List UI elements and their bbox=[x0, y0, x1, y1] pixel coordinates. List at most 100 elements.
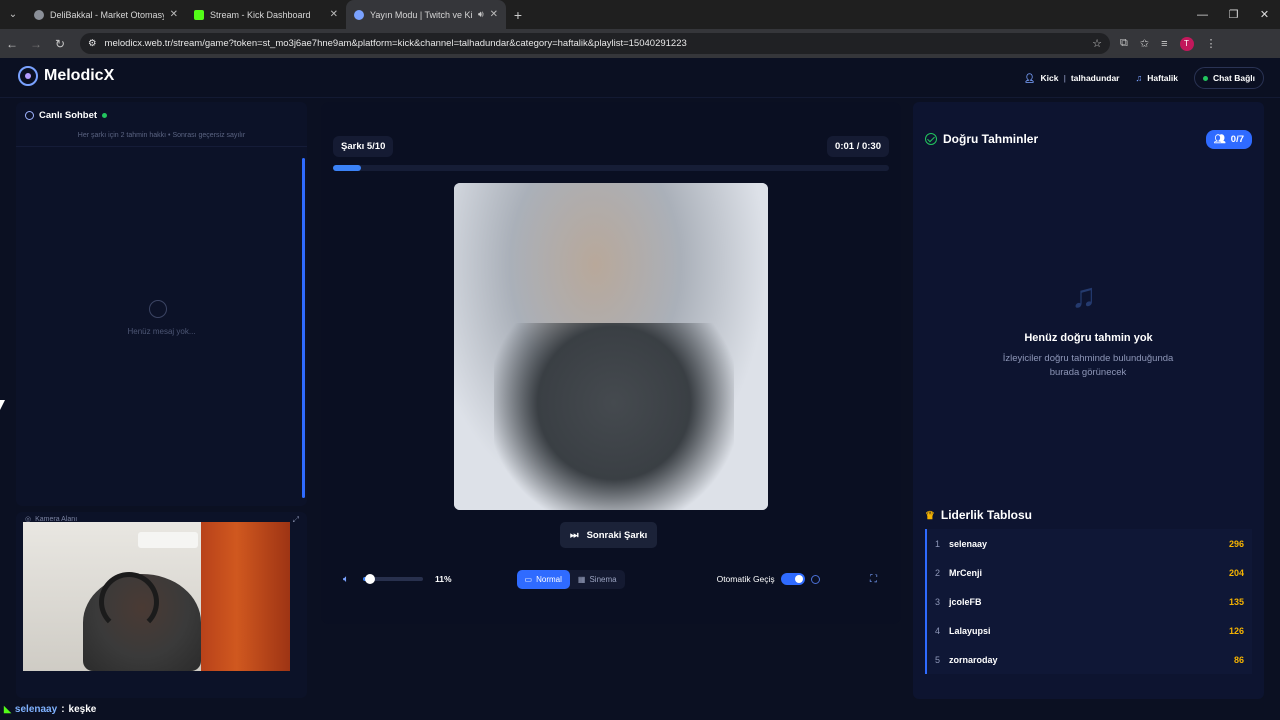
tab-favicon-icon bbox=[34, 9, 44, 20]
mouse-cursor-icon bbox=[0, 400, 5, 410]
leaderboard-row: 5 zornaroday 86 bbox=[925, 645, 1252, 674]
time-separator: / bbox=[856, 141, 860, 152]
webcam-curtain bbox=[201, 522, 290, 671]
tab-close-icon[interactable]: ✕ bbox=[330, 9, 338, 20]
address-bar[interactable]: ⚙ melodicx.web.tr/stream/game?token=st_m… bbox=[80, 33, 1110, 54]
results-panel: Doğru Tahminler 👥︎ 0/7 ♫ Henüz doğru tah… bbox=[913, 102, 1264, 699]
tab-search-icon[interactable]: ⌄ bbox=[0, 0, 26, 29]
view-mode-toggle: ▭ Normal ▦ Sinema bbox=[516, 569, 625, 589]
music-note-icon: ♫ bbox=[1135, 73, 1143, 83]
header-status: 👤︎ Kick | talhadundar ♫ Haftalik Chat Ba… bbox=[1024, 67, 1264, 89]
kick-icon: ◣ bbox=[4, 703, 11, 714]
webcam-air-conditioner bbox=[138, 532, 198, 548]
chat-header: Canlı Sohbet bbox=[25, 110, 108, 121]
auto-advance-toggle[interactable] bbox=[780, 573, 805, 585]
brand-logo[interactable]: MelodicX bbox=[18, 66, 114, 86]
favorites-icon[interactable]: ✩ bbox=[1140, 37, 1149, 50]
mode-normal-button[interactable]: ▭ Normal bbox=[516, 569, 570, 589]
tab-close-icon[interactable]: ✕ bbox=[170, 9, 178, 20]
channel-info: 👤︎ Kick | talhadundar bbox=[1024, 73, 1119, 84]
rank: 1 bbox=[935, 538, 941, 549]
media-icon[interactable]: ≡ bbox=[1161, 38, 1167, 50]
webcam-view bbox=[23, 522, 290, 671]
browser-tab-1[interactable]: DeliBakkal - Market Otomasyonu ✕ bbox=[26, 0, 186, 29]
rank: 3 bbox=[935, 596, 941, 607]
auto-advance: Otomatik Geçiş bbox=[717, 573, 820, 585]
site-info-icon[interactable]: ⚙ bbox=[88, 38, 97, 49]
volume-slider[interactable] bbox=[363, 574, 423, 584]
check-circle-icon bbox=[925, 133, 937, 145]
browser-toolbar: ← → ↻ ⚙ melodicx.web.tr/stream/game?toke… bbox=[0, 29, 1280, 58]
tab-favicon-icon bbox=[354, 9, 364, 20]
correct-guesses-title: Doğru Tahminler bbox=[943, 132, 1039, 146]
tab-audio-icon[interactable]: 🔊︎ bbox=[478, 9, 484, 20]
restore-icon[interactable]: ❐ bbox=[1218, 0, 1249, 29]
back-icon[interactable]: ← bbox=[0, 37, 24, 51]
info-icon[interactable] bbox=[810, 574, 820, 584]
skip-next-icon: ⏭︎ bbox=[570, 529, 579, 541]
mode-cinema-label: Sinema bbox=[589, 574, 617, 584]
category-info: ♫ Haftalik bbox=[1136, 73, 1178, 83]
rank: 2 bbox=[935, 567, 941, 578]
player-name: jcoleFB bbox=[949, 596, 982, 607]
window-controls: — ❐ ✕ bbox=[1187, 0, 1280, 29]
mode-cinema-button[interactable]: ▦ Sinema bbox=[570, 570, 625, 589]
live-dot-icon bbox=[102, 113, 108, 118]
film-icon: ▦ bbox=[577, 574, 586, 584]
fullscreen-icon[interactable]: ⛶ bbox=[870, 574, 877, 585]
correct-count-badge: 👥︎ 0/7 bbox=[1205, 130, 1252, 149]
browser-tab-3[interactable]: Yayın Modu | Twitch ve Kick 🔊︎ ✕ bbox=[346, 0, 506, 29]
reload-icon[interactable]: ↻ bbox=[48, 37, 72, 51]
correct-guesses-header: Doğru Tahminler bbox=[925, 132, 1038, 146]
bookmark-star-icon[interactable]: ☆ bbox=[1092, 37, 1102, 50]
player-score: 135 bbox=[1228, 596, 1244, 607]
song-timer: 0:01 / 0:30 bbox=[827, 136, 889, 157]
song-progress-bar bbox=[333, 165, 889, 171]
live-chat-panel: Canlı Sohbet Her şarkı için 2 tahmin hak… bbox=[16, 102, 307, 506]
song-counter: Şarkı 5/10 bbox=[333, 136, 394, 157]
monitor-icon: ▭ bbox=[524, 574, 533, 584]
chat-scrollbar[interactable] bbox=[302, 158, 305, 498]
correct-count: 0/7 bbox=[1230, 134, 1244, 145]
platform-label: Kick bbox=[1040, 73, 1059, 83]
chat-bubble-icon bbox=[25, 111, 34, 120]
menu-kebab-icon[interactable]: ⋮ bbox=[1206, 37, 1217, 50]
volume-knob[interactable] bbox=[364, 574, 375, 584]
brand-name: MelodicX bbox=[44, 67, 115, 84]
cover-figure bbox=[494, 323, 734, 510]
users-icon: 👤︎ bbox=[1024, 72, 1036, 83]
leaderboard-row: 2 MrCenji 204 bbox=[925, 558, 1252, 587]
forward-icon[interactable]: → bbox=[24, 37, 48, 51]
player-name: selenaay bbox=[949, 538, 988, 549]
empty-chat-icon bbox=[149, 300, 167, 318]
logo-icon bbox=[18, 66, 38, 86]
profile-avatar[interactable]: T bbox=[1179, 36, 1194, 51]
new-tab-button[interactable]: + bbox=[506, 7, 530, 23]
channel-label: talhadundar bbox=[1070, 73, 1120, 83]
tab-title: Yayın Modu | Twitch ve Kick bbox=[370, 9, 472, 20]
chat-title: Canlı Sohbet bbox=[39, 110, 98, 121]
next-song-label: Sonraki Şarkı bbox=[586, 529, 648, 541]
expand-icon[interactable]: ⤢ bbox=[293, 515, 299, 525]
crown-icon: ♛ bbox=[925, 509, 935, 522]
volume-icon[interactable]: 🔈︎ bbox=[343, 574, 349, 585]
camera-panel: ◎ Kamera Alanı ⤢ bbox=[16, 512, 307, 698]
music-notes-icon: ♫ bbox=[1071, 277, 1097, 315]
close-window-icon[interactable]: ✕ bbox=[1249, 0, 1280, 29]
chat-empty-text: Henüz mesaj yok... bbox=[127, 327, 196, 336]
tab-close-icon[interactable]: ✕ bbox=[490, 9, 498, 20]
next-song-button[interactable]: ⏭︎ Sonraki Şarkı bbox=[560, 522, 658, 548]
kick-favicon-icon bbox=[194, 9, 204, 20]
auto-advance-label: Otomatik Geçiş bbox=[716, 574, 775, 584]
browser-tools: ⧉ ✩ ≡ T ⋮ bbox=[1120, 36, 1217, 51]
chat-ticker: ◣ selenaay : keşke bbox=[0, 700, 96, 718]
minimize-icon[interactable]: — bbox=[1187, 0, 1218, 29]
player-score: 86 bbox=[1233, 654, 1244, 665]
category-label: Haftalik bbox=[1147, 73, 1178, 83]
blurred-cover-image bbox=[454, 183, 768, 510]
browser-tab-2[interactable]: Stream - Kick Dashboard ✕ bbox=[186, 0, 346, 29]
player-name: zornaroday bbox=[949, 654, 998, 665]
users-icon: 👥︎ bbox=[1213, 134, 1226, 145]
chat-status-pill: Chat Bağlı bbox=[1193, 67, 1264, 89]
extensions-icon[interactable]: ⧉ bbox=[1120, 37, 1128, 50]
